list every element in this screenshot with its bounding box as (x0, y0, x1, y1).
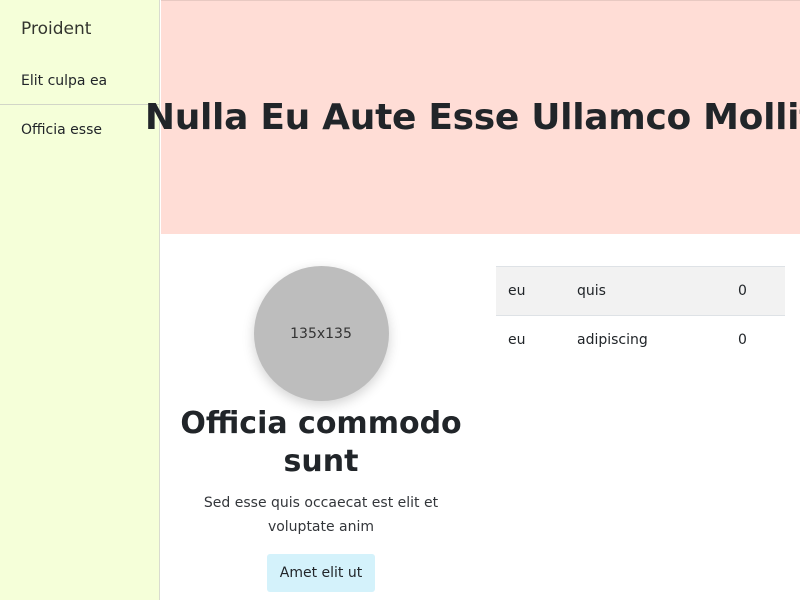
hero-title: Nulla Eu Aute Esse Ullamco Mollit (144, 97, 800, 138)
sidebar-item-elit-culpa-ea[interactable]: Elit culpa ea (0, 62, 159, 105)
table-cell: eu (496, 266, 565, 316)
data-table: eu quis 0 eu adipiscing 0 (496, 266, 785, 365)
avatar: 135x135 (253, 266, 389, 401)
table-cell: 0 (726, 315, 785, 365)
avatar-placeholder-text: 135x135 (290, 325, 352, 342)
hero-banner: Nulla Eu Aute Esse Ullamco Mollit (145, 0, 800, 234)
table-row: eu quis 0 (496, 266, 785, 316)
card-title: Officia commodo sunt (180, 406, 462, 479)
data-table-container: eu quis 0 eu adipiscing 0 (496, 266, 785, 365)
sidebar-item-officia-esse[interactable]: Officia esse (0, 105, 159, 154)
sidebar: Proident Elit culpa ea Officia esse (0, 0, 160, 600)
table-cell: eu (496, 315, 565, 365)
card-action-button[interactable]: Amet elit ut (266, 554, 376, 592)
profile-card: 135x135 Officia commodo sunt Sed esse qu… (180, 266, 462, 592)
table-cell: 0 (726, 266, 785, 316)
card-text: Sed esse quis occaecat est elit et volup… (203, 495, 439, 535)
table-cell: quis (565, 266, 726, 316)
table-cell: adipiscing (565, 315, 726, 365)
sidebar-brand[interactable]: Proident (0, 0, 159, 62)
table-row: eu adipiscing 0 (496, 315, 785, 365)
